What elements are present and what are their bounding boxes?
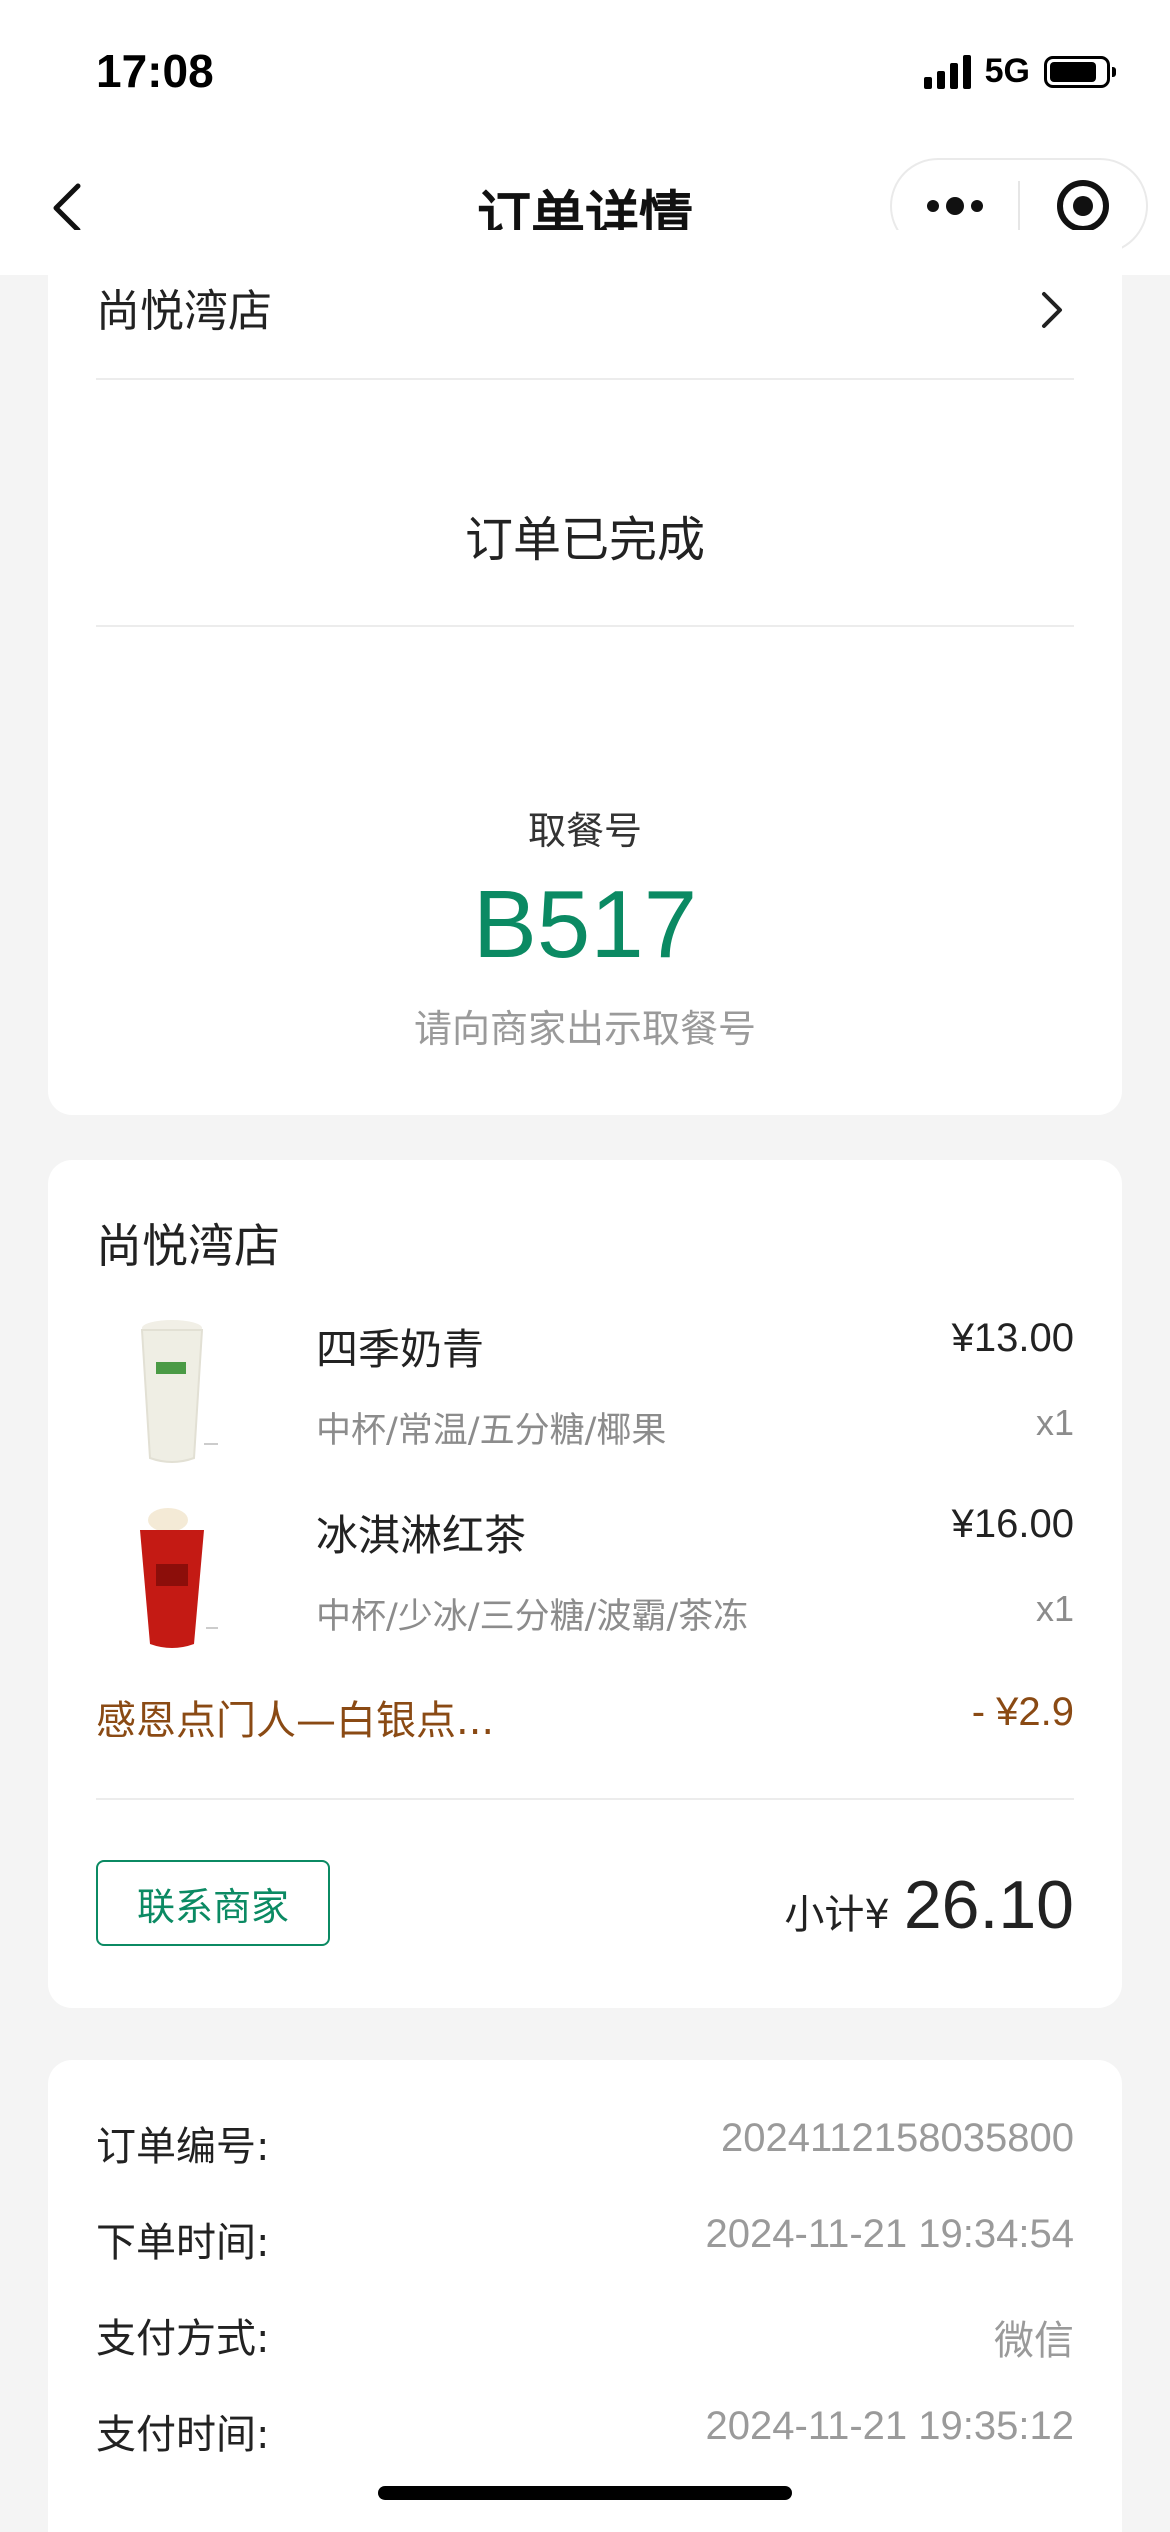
item-name: 四季奶青 (316, 1325, 485, 1374)
info-value: 2024-11-21 19:35:12 (705, 2404, 1074, 2448)
info-value: 2024-11-21 19:34:54 (705, 2212, 1074, 2256)
item-price: ¥13.00 (951, 1316, 1074, 1360)
info-value: 2024112158035800 (721, 2116, 1074, 2160)
battery-icon (1044, 55, 1116, 88)
info-label: 支付方式: (96, 2316, 270, 2362)
item-price: ¥16.00 (951, 1502, 1074, 1546)
home-indicator (378, 2486, 792, 2500)
subtotal: 小计¥ 26.10 (784, 1866, 1074, 1944)
network-label: 5G (984, 52, 1030, 90)
divider (96, 378, 1074, 380)
subtotal-value: 26.10 (903, 1867, 1074, 1943)
info-row-payment-method: 支付方式: 微信 (96, 2306, 1074, 2366)
signal-icon (923, 54, 971, 89)
info-row-order-time: 下单时间: 2024-11-21 19:34:54 (96, 2210, 1074, 2270)
order-items-card: 尚悦湾店 四季奶青 中杯/常温/五分糖/椰果 ¥13.00 x1 冰淇淋红茶 中… (48, 1160, 1122, 2008)
discount-label: 感恩点门人—白银点... (96, 1698, 495, 1744)
item-quantity: x1 (1035, 1588, 1074, 1629)
store-name: 尚悦湾店 (96, 1219, 280, 1273)
divider (96, 1798, 1074, 1800)
item-quantity: x1 (1035, 1402, 1074, 1443)
info-row-order-number: 订单编号: 2024112158035800 (96, 2114, 1074, 2174)
info-label: 订单编号: (96, 2124, 270, 2170)
subtotal-label: 小计¥ (784, 1892, 890, 1938)
list-item: 四季奶青 中杯/常温/五分糖/椰果 ¥13.00 x1 (96, 1308, 1074, 1478)
info-label: 支付时间: (96, 2412, 270, 2458)
pickup-label: 取餐号 (527, 809, 642, 853)
milk-tea-image (140, 1320, 218, 1463)
discount-value: - ¥2.9 (971, 1690, 1074, 1734)
item-name: 冰淇淋红茶 (316, 1511, 527, 1560)
pickup-number: B517 (472, 871, 698, 978)
info-label: 下单时间: (96, 2220, 270, 2266)
contact-merchant-button[interactable]: 联系商家 (96, 1860, 330, 1946)
item-spec: 中杯/少冰/三分糖/波霸/茶冻 (316, 1597, 749, 1637)
list-item: 冰淇淋红茶 中杯/少冰/三分糖/波霸/茶冻 ¥16.00 x1 (96, 1494, 1074, 1664)
divider (96, 625, 1074, 627)
pickup-hint: 请向商家出示取餐号 (413, 1007, 756, 1051)
store-name: 尚悦湾店 (96, 286, 272, 337)
status-bar: 17:08 5G (0, 0, 1170, 150)
order-status: 订单已完成 (464, 512, 705, 568)
order-status-card: 尚悦湾店 订单已完成 取餐号 B517 请向商家出示取餐号 (48, 230, 1122, 1115)
red-tea-image (140, 1508, 218, 1648)
status-icons: 5G (923, 52, 1116, 91)
target-icon (1057, 180, 1109, 232)
chevron-right-icon (1042, 292, 1062, 328)
info-value: 微信 (994, 2319, 1074, 2363)
order-info-card: 订单编号: 2024112158035800 下单时间: 2024-11-21 … (48, 2060, 1122, 2532)
store-link[interactable]: 尚悦湾店 (96, 250, 1074, 340)
info-row-payment-time: 支付时间: 2024-11-21 19:35:12 (96, 2402, 1074, 2462)
status-time: 17:08 (96, 45, 214, 97)
more-dots-icon (927, 197, 983, 215)
item-spec: 中杯/常温/五分糖/椰果 (316, 1411, 667, 1451)
